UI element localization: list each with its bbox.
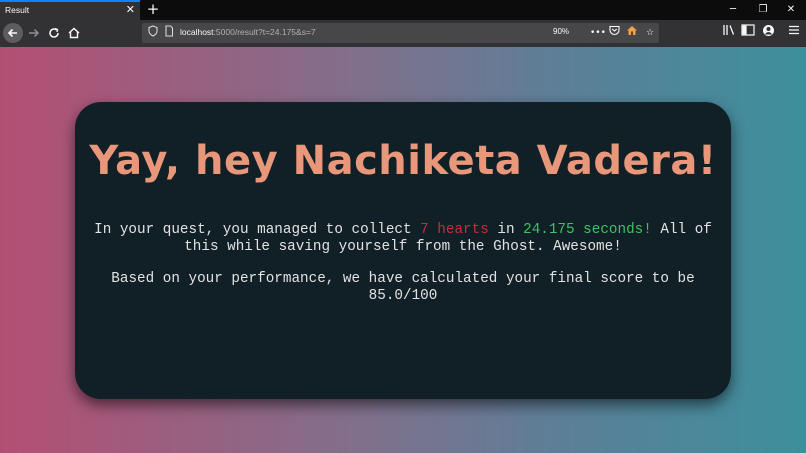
arrow-left-icon [7,28,17,38]
window-close-button[interactable]: ✕ [776,0,806,20]
minimize-button[interactable]: ─ [718,0,748,20]
menu-hamburger-icon[interactable] [785,24,803,42]
tab-strip: Result ✕ + ─ ❐ ✕ [0,0,806,20]
back-button[interactable] [3,23,23,43]
page-viewport: Yay, hey Nachiketa Vadera! In your quest… [0,47,806,453]
reload-icon [49,27,59,38]
url-host: localhost [180,27,214,37]
library-icon[interactable] [720,24,738,42]
navigation-toolbar: localhost:5000/result?t=24.175&s=7 90% •… [0,20,806,47]
new-tab-button[interactable]: + [146,0,160,20]
result-card: Yay, hey Nachiketa Vadera! In your quest… [75,102,731,399]
extension-home-icon[interactable] [625,25,639,41]
zoom-level-badge[interactable]: 90% [553,27,569,36]
forward-button[interactable] [25,24,43,42]
restore-button[interactable]: ❐ [748,0,778,20]
page-info-icon[interactable] [162,25,176,41]
quest-prefix: In your quest, you managed to collect [94,222,421,238]
time-taken: 24.175 seconds! [523,222,652,238]
tab-result[interactable]: Result ✕ [0,0,140,20]
bookmark-star-icon[interactable]: ☆ [643,25,657,41]
greeting-heading: Yay, hey Nachiketa Vadera! [89,138,717,184]
final-score-text: Based on your performance, we have calcu… [111,271,695,304]
pocket-icon[interactable] [607,25,621,41]
hearts-count: 7 hearts [420,222,489,238]
account-icon[interactable] [759,24,777,42]
home-button[interactable] [65,24,83,42]
close-tab-icon[interactable]: ✕ [126,3,135,16]
home-icon [68,27,80,39]
tab-title: Result [5,5,30,15]
url-bar[interactable]: localhost:5000/result?t=24.175&s=7 90% •… [142,23,659,43]
sidebar-icon[interactable] [739,24,757,42]
quest-summary: In your quest, you managed to collect 7 … [75,222,731,256]
shield-icon[interactable] [146,25,160,41]
reload-button[interactable] [45,24,63,42]
page-actions-icon[interactable]: ••• [590,25,606,41]
quest-middle: in [488,222,524,238]
arrow-right-icon [29,28,40,38]
url-text[interactable]: localhost:5000/result?t=24.175&s=7 [180,27,316,37]
url-path: :5000/result?t=24.175&s=7 [213,27,316,37]
